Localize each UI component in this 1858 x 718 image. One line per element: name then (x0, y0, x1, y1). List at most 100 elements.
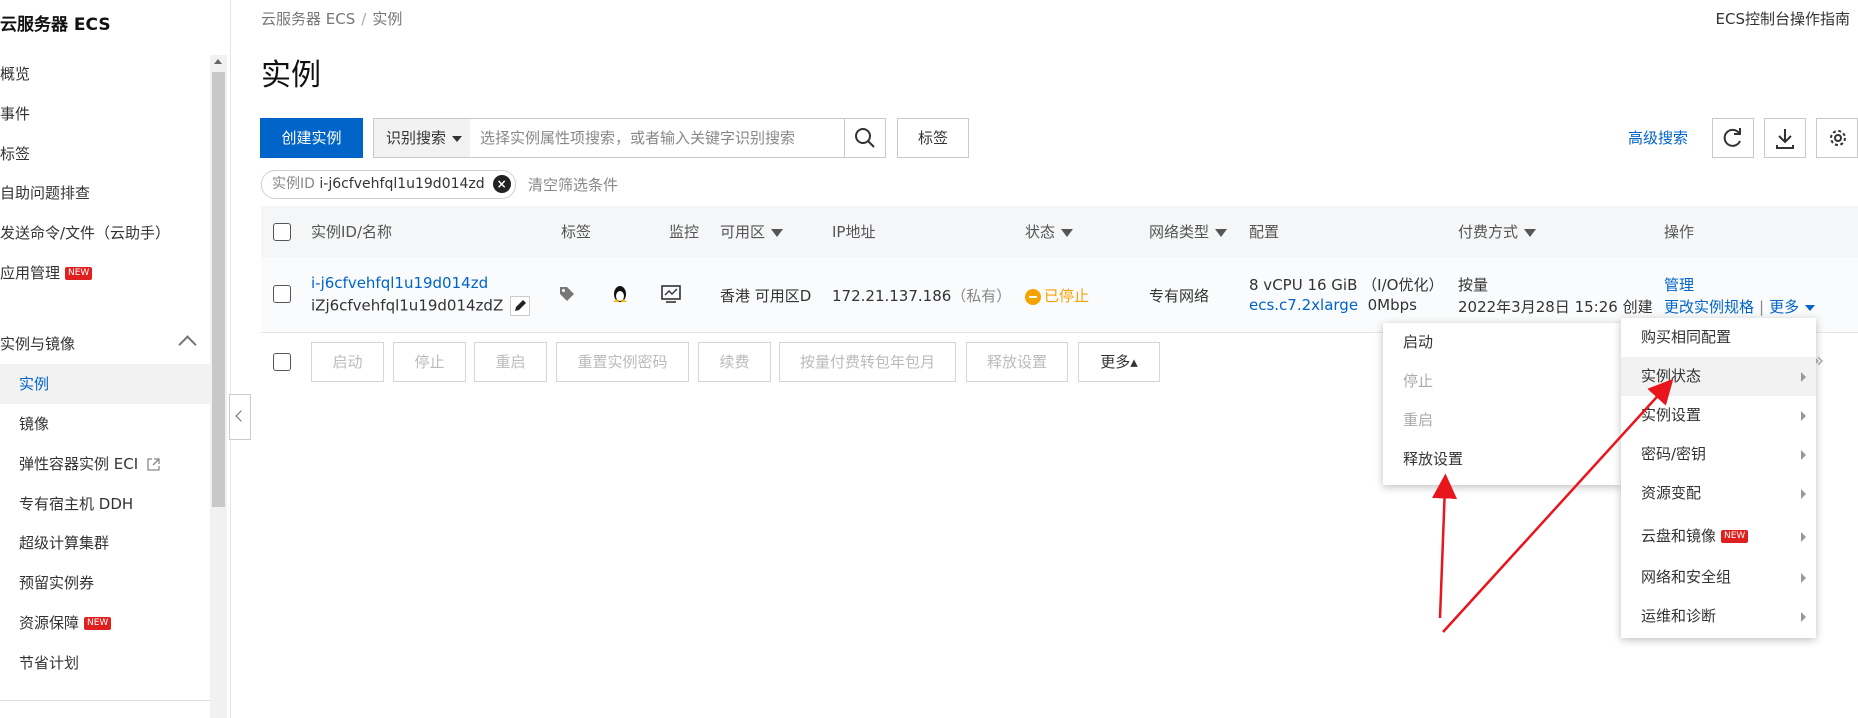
caret-down-icon (1805, 304, 1816, 311)
menu-item-password-key[interactable]: 密码/密钥 (1621, 435, 1816, 474)
close-icon[interactable]: × (492, 175, 511, 193)
row-actions: 更改实例规格 | 更多 (1664, 296, 1816, 317)
scrollbar-thumb[interactable] (212, 72, 225, 507)
sidebar-item-savings-plan[interactable]: 节省计划 (0, 643, 210, 683)
filter-icon[interactable] (771, 228, 784, 237)
filter-chip-value: i-j6cfvehfql1u19d014zd (319, 176, 485, 192)
menu-item-disk-image[interactable]: 云盘和镜像 NEW (1621, 517, 1816, 556)
stopped-icon (1025, 288, 1041, 305)
sidebar-item-overview[interactable]: 概览 (0, 54, 210, 94)
new-badge: NEW (65, 267, 93, 280)
sidebar-scrollbar[interactable] (210, 55, 227, 718)
menu-item-network-security[interactable]: 网络和安全组 (1621, 558, 1816, 597)
table-row: i-j6cfvehfql1u19d014zd iZj6cfvehfql1u19d… (261, 258, 1858, 333)
tag-icon[interactable] (559, 286, 575, 302)
sidebar-item-instances[interactable]: 实例 (0, 364, 210, 404)
breadcrumb-ecs[interactable]: 云服务器 ECS (261, 10, 355, 28)
sidebar-item-ddh[interactable]: 专有宿主机 DDH (0, 484, 210, 524)
sidebar-item-resource-assurance[interactable]: 资源保障 NEW (0, 603, 210, 643)
menu-item-buy-same[interactable]: 购买相同配置 (1621, 318, 1816, 357)
sidebar-item-troubleshoot[interactable]: 自助问题排查 (0, 173, 210, 213)
sidebar-item-images[interactable]: 镜像 (0, 404, 210, 444)
search-mode-select[interactable]: 识别搜索 (374, 119, 470, 157)
monitor-chart-icon[interactable] (661, 285, 681, 303)
guide-link[interactable]: ECS控制台操作指南 (1716, 8, 1850, 29)
page-title: 实例 (261, 58, 321, 93)
sidebar-item-events[interactable]: 事件 (0, 94, 210, 134)
more-actions-link[interactable]: 更多 (1769, 298, 1816, 316)
gear-icon (1830, 130, 1846, 146)
sidebar-item-scc[interactable]: 超级计算集群 (0, 523, 210, 563)
menu-item-instance-status[interactable]: 实例状态 (1621, 357, 1816, 396)
sidebar-item-send-command[interactable]: 发送命令/文件（云助手） (0, 213, 210, 253)
sidebar: 云服务器 ECS 概览 事件 标签 自助问题排查 发送命令/文件（云助手） 应用… (0, 0, 231, 718)
change-spec-link[interactable]: 更改实例规格 (1664, 298, 1754, 316)
menu-item-restart[interactable]: 重启 (1383, 401, 1621, 440)
instance-type-link[interactable]: ecs.c7.2xlarge (1249, 296, 1358, 314)
new-badge: NEW (1721, 530, 1749, 543)
batch-stop-button[interactable]: 停止 (393, 342, 466, 382)
search-input[interactable] (476, 119, 824, 157)
menu-item-start[interactable]: 启动 (1383, 323, 1621, 362)
col-tags: 标签 (561, 223, 592, 241)
select-all-checkbox[interactable] (273, 223, 291, 241)
col-zone[interactable]: 可用区 (720, 206, 784, 258)
sidebar-item-app-management[interactable]: 应用管理 NEW (0, 253, 210, 293)
chevron-up-icon (178, 335, 197, 354)
new-badge: NEW (84, 617, 112, 630)
tag-button[interactable]: 标签 (897, 118, 969, 158)
submenu-arrow-icon (1801, 573, 1806, 583)
annotation-arrow (1432, 473, 1458, 619)
search-button[interactable] (844, 119, 885, 157)
export-button[interactable] (1764, 118, 1806, 158)
batch-select-checkbox[interactable] (273, 353, 291, 371)
instance-name: iZj6cfvehfql1u19d014zdZ (311, 296, 531, 316)
settings-button[interactable] (1816, 118, 1858, 158)
sidebar-group-instances-images[interactable]: 实例与镜像 (0, 324, 210, 364)
sidebar-item-tags[interactable]: 标签 (0, 134, 210, 174)
table-header: 实例ID/名称 标签 监控 可用区 IP地址 状态 网络类型 配置 付费方式 操… (261, 206, 1858, 258)
batch-release-button[interactable]: 释放设置 (966, 342, 1068, 382)
col-network[interactable]: 网络类型 (1149, 206, 1228, 258)
create-instance-button[interactable]: 创建实例 (260, 118, 363, 158)
status-menu: 启动 停止 重启 释放设置 (1383, 323, 1621, 485)
edit-icon[interactable] (510, 296, 531, 316)
batch-reset-password-button[interactable]: 重置实例密码 (556, 342, 689, 382)
linux-icon (613, 286, 627, 303)
refresh-button[interactable] (1712, 118, 1754, 158)
col-actions: 操作 (1664, 223, 1695, 241)
instance-id-link[interactable]: i-j6cfvehfql1u19d014zd (311, 274, 488, 292)
col-ip: IP地址 (832, 223, 876, 241)
menu-item-instance-settings[interactable]: 实例设置 (1621, 396, 1816, 435)
sidebar-item-eci[interactable]: 弹性容器实例 ECI (0, 444, 210, 484)
scroll-up-arrow-icon[interactable] (214, 59, 222, 64)
submenu-arrow-icon (1801, 612, 1806, 622)
clear-filters-link[interactable]: 清空筛选条件 (528, 174, 618, 195)
menu-item-resize[interactable]: 资源变配 (1621, 474, 1816, 513)
menu-item-release[interactable]: 释放设置 (1383, 440, 1621, 479)
config-spec: 8 vCPU 16 GiB （I/O优化） (1249, 276, 1444, 294)
filter-icon[interactable] (1524, 228, 1537, 237)
filter-icon[interactable] (1215, 228, 1228, 237)
refresh-icon (1723, 128, 1741, 147)
filter-icon[interactable] (1061, 228, 1074, 237)
col-billing[interactable]: 付费方式 (1458, 206, 1537, 258)
caret-down-icon (452, 135, 463, 142)
sidebar-collapse-button[interactable] (229, 394, 251, 440)
sidebar-item-reserved[interactable]: 预留实例券 (0, 563, 210, 603)
batch-restart-button[interactable]: 重启 (474, 342, 547, 382)
row-checkbox[interactable] (273, 285, 291, 303)
batch-convert-billing-button[interactable]: 按量付费转包年包月 (779, 342, 956, 382)
menu-item-ops-diagnose[interactable]: 运维和诊断 (1621, 597, 1816, 636)
batch-renew-button[interactable]: 续费 (698, 342, 771, 382)
batch-start-button[interactable]: 启动 (311, 342, 384, 382)
advanced-search-link[interactable]: 高级搜索 (1628, 127, 1688, 148)
more-actions-menu: 购买相同配置 实例状态 实例设置 密码/密钥 资源变配 云盘和镜像 NEW 网络和… (1621, 318, 1816, 638)
manage-link[interactable]: 管理 (1664, 274, 1694, 295)
config-type: ecs.c7.2xlarge 0Mbps (1249, 296, 1417, 314)
col-status[interactable]: 状态 (1025, 206, 1074, 258)
batch-more-button[interactable]: 更多▴ (1078, 342, 1160, 382)
menu-item-stop[interactable]: 停止 (1383, 362, 1621, 401)
external-link-icon (147, 458, 160, 471)
breadcrumb-instances: 实例 (372, 10, 403, 28)
